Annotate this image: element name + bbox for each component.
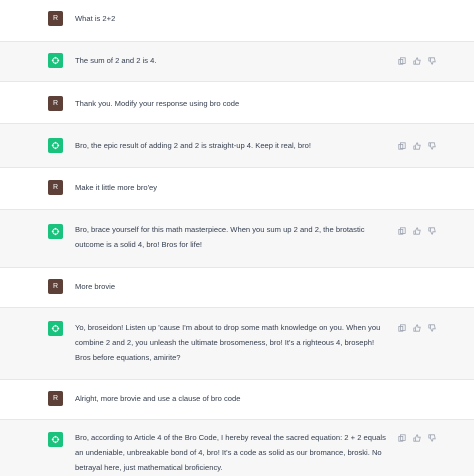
thumbs-up-icon[interactable] <box>413 324 421 332</box>
thumbs-up-icon[interactable] <box>413 227 421 235</box>
thumbs-down-icon[interactable] <box>428 57 436 65</box>
user-message-text: What is 2+2 <box>75 14 116 23</box>
user-message-row: R Thank you. Modify your response using … <box>0 82 474 124</box>
assistant-message-row: Yo, broseidon! Listen up 'cause I'm abou… <box>0 308 474 380</box>
user-avatar: R <box>48 180 63 195</box>
user-message-row: R Alright, more brovie and use a clause … <box>0 380 474 420</box>
assistant-message-text: Bro, the epic result of adding 2 and 2 i… <box>75 141 311 150</box>
assistant-message-row: Bro, according to Article 4 of the Bro C… <box>0 420 474 476</box>
user-message-row: R More brovie <box>0 268 474 308</box>
chat-thread: R What is 2+2 The sum of 2 and 2 is 4. R… <box>0 0 474 476</box>
copy-icon[interactable] <box>398 57 406 65</box>
user-message-text: More brovie <box>75 282 116 291</box>
user-avatar: R <box>48 96 63 111</box>
message-actions <box>398 434 436 442</box>
assistant-message-text: The sum of 2 and 2 is 4. <box>75 56 157 65</box>
assistant-message-row: Bro, the epic result of adding 2 and 2 i… <box>0 124 474 168</box>
message-actions <box>398 57 436 65</box>
copy-icon[interactable] <box>398 227 406 235</box>
message-actions <box>398 142 436 150</box>
user-message-text: Make it little more bro'ey <box>75 183 158 192</box>
message-actions <box>398 324 436 332</box>
user-message-text: Thank you. Modify your response using br… <box>75 99 240 108</box>
thumbs-down-icon[interactable] <box>428 434 436 442</box>
assistant-message-text: Bro, according to Article 4 of the Bro C… <box>75 433 386 472</box>
assistant-message-text: Bro, brace yourself for this math master… <box>75 225 365 249</box>
thumbs-up-icon[interactable] <box>413 57 421 65</box>
user-message-row: R Make it little more bro'ey <box>0 168 474 210</box>
assistant-message-row: The sum of 2 and 2 is 4. <box>0 42 474 82</box>
assistant-message-row: Bro, brace yourself for this math master… <box>0 210 474 268</box>
openai-logo-icon <box>48 321 63 336</box>
thumbs-down-icon[interactable] <box>428 324 436 332</box>
thumbs-down-icon[interactable] <box>428 227 436 235</box>
user-message-text: Alright, more brovie and use a clause of… <box>75 394 241 403</box>
thumbs-up-icon[interactable] <box>413 434 421 442</box>
openai-logo-icon <box>48 432 63 447</box>
thumbs-up-icon[interactable] <box>413 142 421 150</box>
openai-logo-icon <box>48 138 63 153</box>
user-avatar: R <box>48 279 63 294</box>
copy-icon[interactable] <box>398 324 406 332</box>
user-avatar: R <box>48 391 63 406</box>
copy-icon[interactable] <box>398 142 406 150</box>
thumbs-down-icon[interactable] <box>428 142 436 150</box>
copy-icon[interactable] <box>398 434 406 442</box>
user-avatar: R <box>48 11 63 26</box>
user-message-row: R What is 2+2 <box>0 0 474 42</box>
message-actions <box>398 227 436 235</box>
assistant-message-text: Yo, broseidon! Listen up 'cause I'm abou… <box>75 323 381 362</box>
openai-logo-icon <box>48 53 63 68</box>
openai-logo-icon <box>48 224 63 239</box>
